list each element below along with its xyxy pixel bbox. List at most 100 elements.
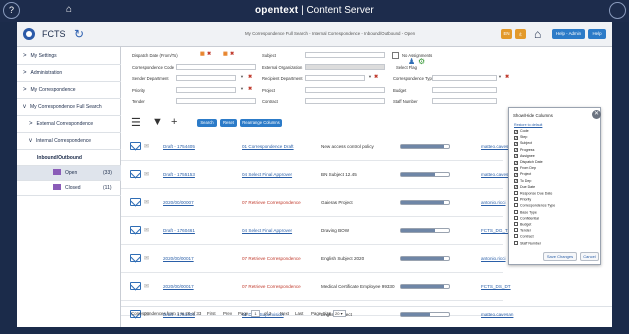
comment-icon[interactable]: ✉ <box>144 143 149 150</box>
checkbox[interactable] <box>514 191 518 195</box>
clear-icon[interactable]: ✖ <box>374 74 378 80</box>
column-option[interactable]: Correspondence Type <box>514 203 555 208</box>
row-assignee-link[interactable]: antonio.ricci <box>481 200 506 205</box>
checkbox[interactable]: ✓ <box>514 179 518 184</box>
sidebar-item-my-settings[interactable]: > My Settings <box>17 48 121 65</box>
comment-icon[interactable]: ✉ <box>144 227 149 234</box>
add-filter-icon[interactable]: ⚙ <box>418 57 425 66</box>
help-admin-button[interactable]: Help - Admin <box>552 29 585 39</box>
page-size-select[interactable]: 20 ▾ <box>333 310 346 317</box>
profile-circle-icon[interactable] <box>609 2 626 19</box>
envelope-icon[interactable] <box>130 198 141 206</box>
sidebar-item-internal-correspondence[interactable]: v Internal Correspondence <box>17 133 121 150</box>
checkbox[interactable]: ✓ <box>514 166 518 171</box>
priority-select[interactable] <box>176 87 236 93</box>
reset-button[interactable]: Reset <box>220 119 237 127</box>
row-step-link[interactable]: 07 Retrieve Correspondence <box>242 256 301 261</box>
subject-input[interactable] <box>305 52 385 58</box>
checkbox[interactable]: ✓ <box>514 129 518 134</box>
checkbox[interactable] <box>514 209 518 214</box>
row-code-link[interactable]: 2020/00/00017 <box>163 256 194 261</box>
row-assignee-link[interactable]: FCTS_DS_DT <box>481 284 511 289</box>
envelope-icon[interactable] <box>130 282 141 290</box>
column-option[interactable]: Contract <box>514 234 534 239</box>
no-assignments-checkbox[interactable] <box>392 52 399 59</box>
add-icon[interactable]: + <box>171 116 177 128</box>
restore-default-link[interactable]: Restore to default <box>514 123 542 127</box>
sidebar-item-open[interactable]: Open (33) <box>17 166 121 181</box>
envelope-icon[interactable] <box>130 226 141 234</box>
clear-icon[interactable]: ✖ <box>230 51 234 57</box>
row-code-link[interactable]: Draft - 1755153 <box>163 172 195 177</box>
correspondence-code-input[interactable] <box>176 64 256 70</box>
clear-icon[interactable]: ✖ <box>248 74 252 80</box>
comment-icon[interactable]: ✉ <box>144 171 149 178</box>
external-organization-input[interactable] <box>305 64 385 70</box>
column-option[interactable]: ✓ Dispatch Date <box>514 160 543 165</box>
column-option[interactable]: Budget <box>514 222 531 227</box>
checkbox[interactable]: ✓ <box>514 160 518 165</box>
correspondence-type-select[interactable] <box>432 75 497 81</box>
column-option[interactable]: ✓ Due Date <box>514 185 535 190</box>
home-button-icon[interactable]: ⌂ <box>534 27 541 41</box>
sidebar-item-closed[interactable]: Closed (11) <box>17 181 121 196</box>
language-en-flag-icon[interactable]: EN <box>501 29 512 39</box>
checkbox[interactable] <box>514 197 518 202</box>
next-page-button[interactable]: Next <box>280 311 289 316</box>
checkbox[interactable]: ✓ <box>514 154 518 159</box>
row-step-link[interactable]: 04 Select Final Approver <box>242 172 292 177</box>
column-option[interactable]: Base Type <box>514 209 537 214</box>
sidebar-item-full-search[interactable]: v My Correspondence Full Search <box>17 99 121 116</box>
clear-icon[interactable]: ✖ <box>207 51 211 57</box>
table-row[interactable]: ✉ Draft - 1760461 04 Select Final Approver… <box>121 217 510 245</box>
row-code-link[interactable]: Draft - 1760461 <box>163 228 195 233</box>
row-code-link[interactable]: Draft - 1754405 <box>163 144 195 149</box>
filter-icon[interactable]: ▼ <box>152 116 163 128</box>
table-row[interactable]: ✉ Draft - 1755153 04 Select Final Approver… <box>121 161 513 189</box>
checkbox[interactable]: ✓ <box>514 172 518 177</box>
checkbox[interactable]: ✓ <box>514 135 518 140</box>
page-number-input[interactable]: 1 <box>251 310 260 317</box>
save-changes-button[interactable]: Save Changes <box>543 252 577 261</box>
recipient-department-select[interactable] <box>305 75 365 81</box>
envelope-icon[interactable] <box>130 170 141 178</box>
calendar-icon[interactable]: ▦ <box>200 51 205 57</box>
calendar-icon[interactable]: ▦ <box>223 51 228 57</box>
checkbox[interactable]: ✓ <box>514 148 518 153</box>
checkbox[interactable] <box>514 203 518 208</box>
checkbox[interactable] <box>514 215 518 220</box>
staff-number-input[interactable] <box>432 98 497 104</box>
table-row[interactable]: ✉ 2020/00/00017 07 Retrieve Correspondence… <box>121 245 506 273</box>
table-row[interactable]: ✉ Draft - 1754405 01 Correspondence Draft N… <box>121 133 513 161</box>
column-option[interactable]: ✓ Step <box>514 135 527 140</box>
checkbox[interactable] <box>514 240 518 245</box>
column-option[interactable]: ✓ Assignee <box>514 154 535 159</box>
row-step-link[interactable]: 04 Select Final Approver <box>242 228 292 233</box>
sender-department-select[interactable] <box>176 75 236 81</box>
column-option[interactable]: ✓ Code <box>514 129 529 134</box>
people-icon[interactable]: ♟ <box>408 57 415 66</box>
help-button[interactable]: Help <box>588 29 606 39</box>
checkbox[interactable]: ✓ <box>514 185 518 190</box>
comment-icon[interactable]: ✉ <box>144 283 149 290</box>
row-assignee-link[interactable]: antonio.ricci <box>481 256 506 261</box>
chevron-down-icon[interactable]: ▼ <box>368 74 372 79</box>
checkbox[interactable]: ✓ <box>514 141 518 146</box>
search-button[interactable]: Search <box>197 119 217 127</box>
column-option[interactable]: ✓ Project <box>514 172 531 177</box>
sidebar-item-external-correspondence[interactable]: > External Correspondence <box>17 116 121 133</box>
last-page-button[interactable]: Last <box>295 311 303 316</box>
tender-input[interactable] <box>176 98 256 104</box>
first-page-button[interactable]: First <box>207 311 216 316</box>
budget-input[interactable] <box>432 87 497 93</box>
home-icon[interactable]: ⌂ <box>66 4 72 15</box>
column-option[interactable]: Tender <box>514 228 531 233</box>
clear-icon[interactable]: ✖ <box>248 86 252 92</box>
chevron-down-icon[interactable]: ▼ <box>498 74 502 79</box>
chevron-down-icon[interactable]: ▼ <box>240 74 244 79</box>
row-code-link[interactable]: 2020/00/00007 <box>163 200 194 205</box>
contract-input[interactable] <box>305 98 385 104</box>
row-assignee-link[interactable]: FCTS_DG_T4 <box>481 228 510 233</box>
row-code-link[interactable]: 2020/00/00017 <box>163 284 194 289</box>
menu-icon[interactable]: ☰ <box>131 116 141 129</box>
